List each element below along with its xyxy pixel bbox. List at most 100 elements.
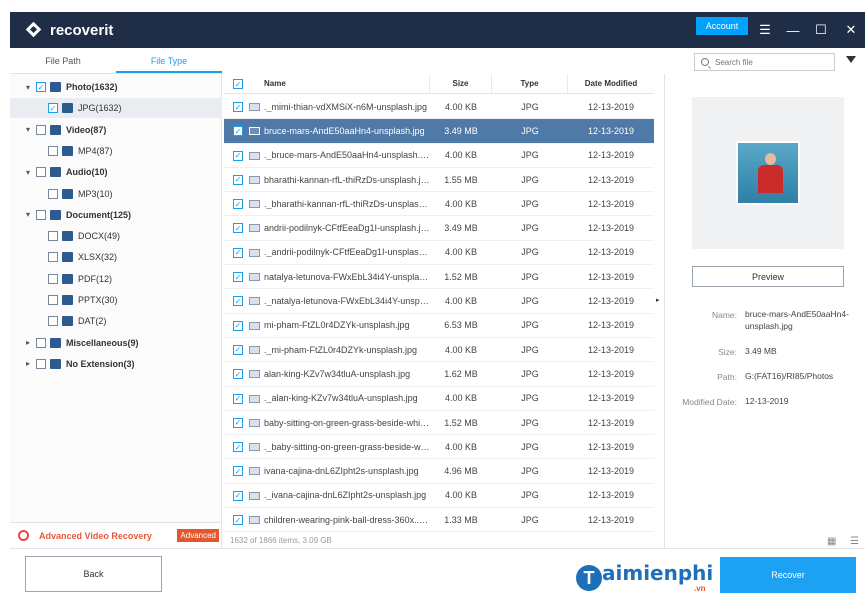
- tree-checkbox[interactable]: [36, 167, 46, 178]
- row-checkbox[interactable]: ✓: [233, 247, 243, 258]
- file-type: JPG: [521, 490, 539, 501]
- tree-item[interactable]: ▾ Video(87): [10, 120, 222, 140]
- filter-icon[interactable]: [846, 56, 856, 63]
- file-row[interactable]: ✓ mi-pham-FtZL0r4DZYk-unsplash.jpg 6.53 MB…: [224, 314, 654, 338]
- tree-item[interactable]: DOCX(49): [10, 226, 222, 246]
- row-checkbox[interactable]: ✓: [233, 320, 243, 331]
- row-checkbox[interactable]: ✓: [233, 515, 243, 526]
- tree-checkbox[interactable]: ✓: [48, 103, 58, 114]
- collapse-preview-icon[interactable]: ▸: [656, 296, 660, 304]
- tree-item[interactable]: ▾ ✓ Photo(1632): [10, 77, 222, 97]
- tree-checkbox[interactable]: [48, 252, 58, 263]
- row-checkbox[interactable]: ✓: [233, 442, 243, 453]
- account-button[interactable]: Account: [696, 17, 748, 35]
- tree-checkbox[interactable]: [36, 124, 46, 135]
- minimize-icon[interactable]: —: [780, 12, 806, 48]
- tree-item[interactable]: ▸ No Extension(3): [10, 354, 222, 374]
- tree-checkbox[interactable]: [48, 295, 58, 305]
- select-all-checkbox[interactable]: ✓: [233, 79, 243, 89]
- row-checkbox[interactable]: ✓: [233, 490, 243, 501]
- file-row[interactable]: ✓ ._ivana-cajina-dnL6ZIpht2s-unsplash.jpg…: [224, 484, 654, 509]
- file-row[interactable]: ✓ ._alan-king-KZv7w34tluA-unsplash.jpg 4.0…: [224, 387, 654, 411]
- tree-checkbox[interactable]: ✓: [36, 82, 46, 92]
- file-row[interactable]: ✓ ._mi-pham-FtZL0r4DZYk-unsplash.jpg 4.00 …: [224, 338, 654, 363]
- list-view-icon[interactable]: ☰: [850, 536, 859, 547]
- row-checkbox[interactable]: ✓: [233, 126, 243, 137]
- file-row[interactable]: ✓ ._natalya-letunova-FWxEbL34i4Y-unsplash…: [224, 289, 654, 314]
- tree-checkbox[interactable]: [48, 231, 58, 242]
- advanced-video-recovery[interactable]: Advanced Video Recovery Advanced: [10, 522, 222, 548]
- tree-item[interactable]: ▾ Audio(10): [10, 162, 222, 182]
- file-row[interactable]: ✓ ._baby-sitting-on-green-grass-beside-wh…: [224, 435, 654, 460]
- search-input[interactable]: [715, 57, 825, 67]
- row-checkbox[interactable]: ✓: [233, 272, 243, 283]
- file-type-icon: [50, 337, 61, 348]
- preview-button[interactable]: Preview: [692, 266, 844, 287]
- tab-file-type[interactable]: File Type: [116, 48, 222, 73]
- row-checkbox[interactable]: ✓: [233, 296, 243, 307]
- column-name[interactable]: Name: [224, 73, 430, 94]
- tree-item[interactable]: MP3(10): [10, 184, 222, 204]
- tree-item[interactable]: MP4(87): [10, 141, 222, 161]
- row-checkbox[interactable]: ✓: [233, 174, 243, 185]
- tree-checkbox[interactable]: [36, 209, 46, 220]
- column-type[interactable]: Type: [492, 73, 568, 94]
- expand-caret-icon[interactable]: ▸: [24, 338, 32, 347]
- search-box[interactable]: [694, 53, 835, 71]
- expand-caret-icon[interactable]: ▸: [24, 359, 32, 368]
- expand-caret-icon[interactable]: ▾: [24, 168, 32, 177]
- tree-item[interactable]: PPTX(30): [10, 290, 222, 310]
- row-checkbox[interactable]: ✓: [233, 344, 243, 355]
- file-row[interactable]: ✓ ._mimi-thian-vdXMSiX-n6M-unsplash.jpg 4.…: [224, 95, 654, 120]
- tree-item[interactable]: ▾ Document(125): [10, 205, 222, 225]
- tree-checkbox[interactable]: [48, 188, 58, 199]
- row-checkbox[interactable]: ✓: [233, 102, 243, 112]
- tree-checkbox[interactable]: [48, 273, 58, 284]
- file-name: andrii-podilnyk-CFtfEeaDg1I-unsplash.jpg: [264, 223, 430, 234]
- expand-caret-icon[interactable]: ▾: [24, 125, 32, 134]
- advanced-video-recovery-label: Advanced Video Recovery: [39, 530, 152, 541]
- file-row[interactable]: ✓ ivana-cajina-dnL6ZIpht2s-unsplash.jpg 4.…: [224, 459, 654, 484]
- tree-checkbox[interactable]: [48, 145, 58, 156]
- file-row[interactable]: ✓ bruce-mars-AndE50aaHn4-unsplash.jpg 3.49…: [224, 119, 654, 144]
- tab-file-path[interactable]: File Path: [10, 48, 116, 73]
- tree-checkbox[interactable]: [36, 358, 46, 369]
- file-date: 12-13-2019: [587, 198, 635, 209]
- back-button[interactable]: Back: [25, 556, 162, 592]
- row-checkbox[interactable]: ✓: [233, 199, 243, 210]
- path-label: Path:: [717, 372, 737, 382]
- row-checkbox[interactable]: ✓: [233, 417, 243, 428]
- recover-button[interactable]: Recover: [720, 557, 856, 593]
- tree-item-label: DAT(2): [78, 316, 107, 327]
- tree-item[interactable]: PDF(12): [10, 269, 222, 289]
- tree-item[interactable]: ▸ Miscellaneous(9): [10, 333, 222, 353]
- column-date-modified[interactable]: Date Modified: [568, 74, 654, 94]
- file-row[interactable]: ✓ natalya-letunova-FWxEbL34i4Y-unsplash.j…: [224, 265, 654, 290]
- file-row[interactable]: ✓ bharathi-kannan-rfL-thiRzDs-unsplash.jp…: [224, 168, 654, 193]
- column-size[interactable]: Size: [430, 73, 492, 94]
- row-checkbox[interactable]: ✓: [233, 150, 243, 161]
- file-row[interactable]: ✓ baby-sitting-on-green-grass-beside-whit…: [224, 411, 654, 436]
- tree-item[interactable]: XLSX(32): [10, 247, 222, 267]
- file-row[interactable]: ✓ ._andrii-podilnyk-CFtfEeaDg1I-unsplash.…: [224, 241, 654, 266]
- row-checkbox[interactable]: ✓: [233, 466, 243, 477]
- tree-item[interactable]: ✓ JPG(1632): [10, 98, 222, 119]
- row-checkbox[interactable]: ✓: [233, 393, 243, 404]
- close-icon[interactable]: ✕: [838, 12, 864, 48]
- expand-caret-icon[interactable]: ▾: [24, 83, 32, 92]
- maximize-icon[interactable]: ☐: [808, 12, 834, 48]
- expand-caret-icon[interactable]: ▾: [24, 210, 32, 219]
- grid-view-icon[interactable]: ▦: [827, 536, 836, 547]
- file-row[interactable]: ✓ andrii-podilnyk-CFtfEeaDg1I-unsplash.jp…: [224, 216, 654, 241]
- file-row[interactable]: ✓ ._bruce-mars-AndE50aaHn4-unsplash.jpg 4.…: [224, 144, 654, 168]
- tree-checkbox[interactable]: [48, 316, 58, 327]
- menu-icon[interactable]: ☰: [752, 12, 778, 48]
- row-checkbox[interactable]: ✓: [233, 369, 243, 380]
- tree-item[interactable]: DAT(2): [10, 311, 222, 331]
- file-row[interactable]: ✓ children-wearing-pink-ball-dress-360x..…: [224, 508, 654, 533]
- tree-item-label: Video(87): [66, 124, 107, 135]
- file-row[interactable]: ✓ alan-king-KZv7w34tluA-unsplash.jpg 1.62 …: [224, 362, 654, 387]
- row-checkbox[interactable]: ✓: [233, 223, 243, 234]
- tree-checkbox[interactable]: [36, 337, 46, 348]
- file-row[interactable]: ✓ ._bharathi-kannan-rfL-thiRzDs-unsplash.…: [224, 192, 654, 217]
